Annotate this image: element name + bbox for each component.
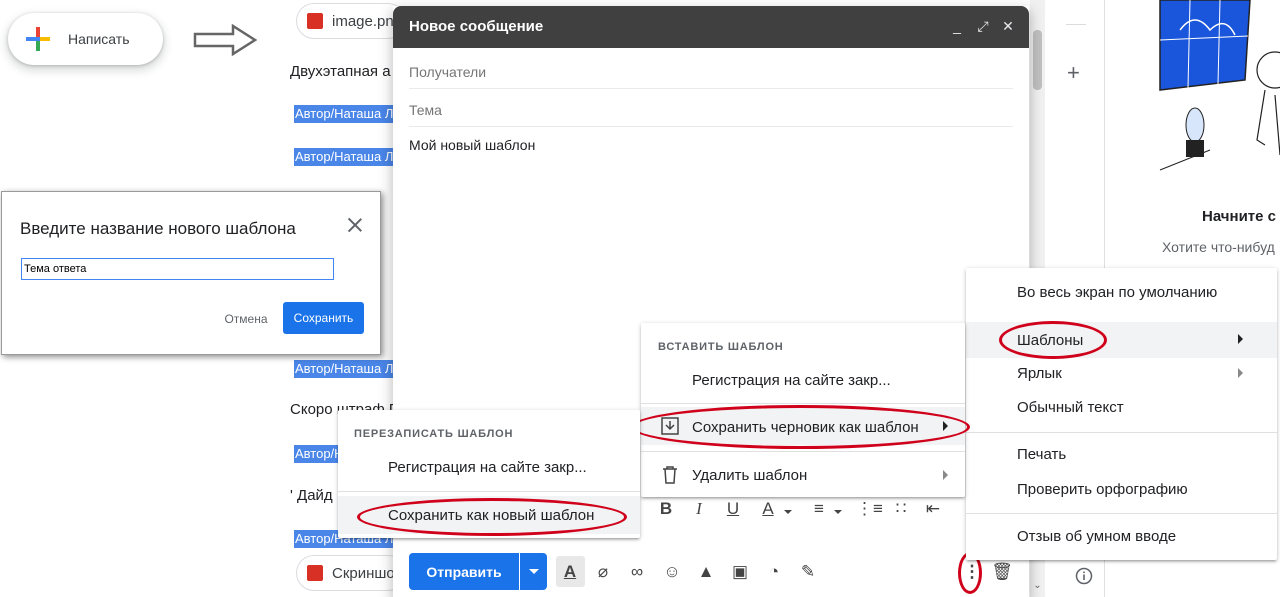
submenu-arrow-icon: [1238, 334, 1243, 344]
trash-icon[interactable]: 🗑: [990, 560, 1014, 584]
plus-icon: [26, 27, 50, 51]
add-icon[interactable]: +: [1067, 60, 1080, 86]
text-format-icon: A: [563, 562, 577, 581]
menu-item-print[interactable]: Печать: [1017, 446, 1066, 463]
menu-divider: [966, 432, 1277, 433]
cancel-button[interactable]: Отмена: [218, 304, 274, 334]
attachment-name: image.png: [332, 12, 403, 30]
scroll-down-icon[interactable]: ⌄: [1030, 580, 1045, 595]
link-icon[interactable]: ∞: [625, 560, 649, 584]
dropdown-icon[interactable]: [784, 510, 792, 514]
close-icon[interactable]: ✕: [1000, 18, 1016, 34]
illustration: [1159, 0, 1280, 171]
compose-button[interactable]: Написать: [8, 13, 163, 65]
side-panel-subtitle: Хотите что-нибуд: [1162, 239, 1275, 255]
minimize-icon[interactable]: _: [949, 18, 965, 34]
confidential-icon[interactable]: ◔: [762, 560, 786, 584]
send-button[interactable]: Отправить: [409, 553, 519, 590]
align-icon[interactable]: ≡: [808, 497, 830, 521]
overwrite-heading: ПЕРЕЗАПИСАТЬ ШАБЛОН: [354, 428, 514, 440]
scrollbar-thumb[interactable]: [1033, 30, 1042, 90]
submenu-arrow-icon: [943, 470, 948, 480]
indent-less-icon[interactable]: ⇤: [922, 497, 944, 521]
drive-icon[interactable]: ▲: [694, 560, 718, 584]
menu-divider: [338, 491, 640, 492]
numbered-list-icon[interactable]: ⋮≡: [856, 497, 883, 521]
attachment-chip[interactable]: Скриншо: [296, 555, 406, 591]
text-color-icon[interactable]: A: [757, 497, 779, 521]
underline-icon[interactable]: U: [722, 497, 744, 521]
menu-divider: [641, 451, 965, 452]
label-tag[interactable]: Автор/Наташа Л: [294, 105, 404, 123]
arrow-right-icon: [193, 24, 258, 56]
menu-item-smart-compose-feedback[interactable]: Отзыв об умном вводе: [1017, 528, 1176, 545]
compose-header: Новое сообщение _ ⤢ ✕: [393, 6, 1029, 48]
fullscreen-icon[interactable]: ⤢: [975, 18, 991, 34]
attachment-chip[interactable]: image.png: [296, 3, 406, 39]
template-name-dialog: Введите название нового шаблона Отмена С…: [1, 191, 381, 355]
image-icon: [307, 565, 323, 581]
annotation-ellipse: [357, 498, 627, 536]
close-icon[interactable]: [346, 216, 364, 234]
photo-icon[interactable]: ▣: [728, 560, 752, 584]
dropdown-icon[interactable]: [834, 510, 842, 514]
emoji-icon[interactable]: ☺: [660, 560, 684, 584]
message-body[interactable]: Мой новый шаблон: [409, 137, 535, 153]
submenu-arrow-icon: [1238, 368, 1243, 378]
label-tag[interactable]: Автор/Наташа Л: [294, 360, 404, 378]
image-icon: [307, 13, 323, 29]
subject-field[interactable]: Тема: [409, 89, 1013, 127]
template-name-input[interactable]: [21, 258, 334, 280]
side-panel-title: Начните с: [1202, 208, 1276, 225]
send-options-button[interactable]: [520, 553, 547, 590]
templates-heading: ВСТАВИТЬ ШАБЛОН: [658, 341, 784, 353]
signature-icon[interactable]: ✎: [796, 560, 820, 584]
menu-divider: [966, 513, 1277, 514]
rail-divider: [1066, 24, 1086, 25]
save-button[interactable]: Сохранить: [283, 302, 364, 334]
compose-label: Написать: [68, 31, 130, 47]
menu-item-label[interactable]: Ярлык: [1017, 365, 1062, 382]
list-item[interactable]: Двухэтапная а: [290, 63, 400, 80]
more-options-menu: Во весь экран по умолчанию Шаблоны Ярлык…: [966, 268, 1277, 560]
recipients-field[interactable]: Получатели: [409, 51, 1013, 89]
info-icon[interactable]: [1075, 567, 1093, 585]
trash-icon: [663, 466, 677, 484]
annotation-ellipse: [631, 405, 970, 449]
annotation-ellipse: [999, 321, 1107, 359]
overwrite-template-item[interactable]: Регистрация на сайте закр...: [388, 459, 587, 476]
dialog-title: Введите название нового шаблона: [20, 219, 296, 238]
menu-divider: [641, 403, 965, 404]
menu-item-spellcheck[interactable]: Проверить орфографию: [1017, 481, 1188, 498]
send-label: Отправить: [426, 563, 502, 580]
menu-item-plain-text[interactable]: Обычный текст: [1017, 399, 1124, 416]
insert-template-item[interactable]: Регистрация на сайте закр...: [692, 372, 891, 389]
bold-icon[interactable]: B: [655, 497, 677, 521]
delete-template[interactable]: Удалить шаблон: [692, 467, 807, 484]
attachment-name: Скриншо: [332, 564, 395, 582]
label-tag[interactable]: Автор/Наташа Л: [294, 148, 404, 166]
bulleted-list-icon[interactable]: ∷: [890, 497, 912, 521]
compose-title: Новое сообщение: [409, 18, 544, 35]
attach-icon[interactable]: ⌀: [591, 560, 615, 584]
menu-item-fullscreen-default[interactable]: Во весь экран по умолчанию: [1017, 284, 1217, 301]
italic-icon[interactable]: I: [688, 497, 710, 521]
